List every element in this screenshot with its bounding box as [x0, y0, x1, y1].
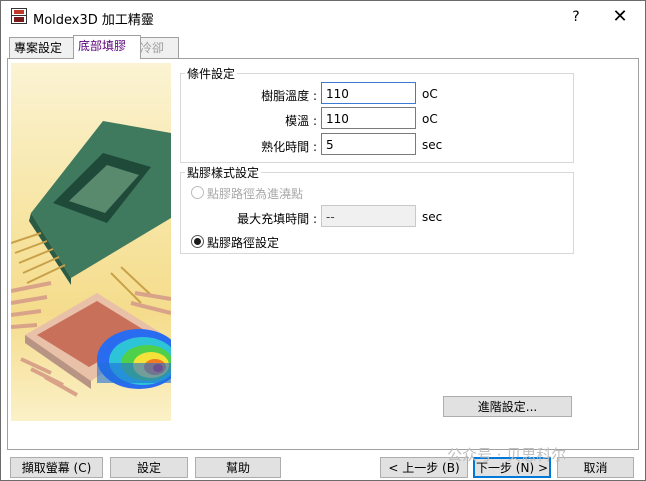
close-button[interactable]: ✕ — [605, 5, 635, 29]
dispense-pattern-group: 點膠樣式設定 點膠路徑為進澆點 最大充填時間 : -- sec 點膠路徑設定 — [180, 164, 574, 254]
max-fill-time-label: 最大充填時間 : — [237, 212, 317, 226]
window-title: Moldex3D 加工精靈 — [33, 13, 154, 28]
help-button[interactable]: 幫助 — [195, 457, 281, 478]
resin-temp-label: 樹脂溫度 : — [261, 89, 317, 103]
moldex3d-app-icon — [11, 8, 27, 24]
resin-temp-input[interactable]: 110 — [321, 82, 416, 104]
capture-screen-button[interactable]: 擷取螢幕 (C) — [10, 457, 103, 478]
condition-settings-group: 條件設定 樹脂溫度 : 110 oC 模溫 : 110 oC 熟化時間 : 5 … — [180, 65, 574, 163]
resin-temp-unit: oC — [422, 87, 438, 101]
settings-button[interactable]: 設定 — [110, 457, 188, 478]
tab-underfill[interactable]: 底部填膠 — [73, 35, 141, 59]
max-fill-time-unit: sec — [422, 210, 443, 224]
mold-temp-unit: oC — [422, 112, 438, 126]
underfill-illustration — [11, 63, 171, 421]
underfill-panel: 條件設定 樹脂溫度 : 110 oC 模溫 : 110 oC 熟化時間 : 5 … — [7, 58, 639, 450]
watermark: 公众号 · 贝思科尔 — [447, 446, 567, 464]
chip-package-image — [11, 121, 171, 397]
path-as-gate-label: 點膠路徑為進澆點 — [207, 187, 304, 201]
cancel-button[interactable]: 取消 — [557, 457, 634, 478]
mold-temp-input[interactable]: 110 — [321, 107, 416, 129]
advanced-settings-button[interactable]: 進階設定... — [443, 396, 572, 417]
help-title-button[interactable]: ? — [561, 5, 591, 29]
max-fill-time-input[interactable]: -- — [321, 205, 416, 227]
path-setting-radio[interactable] — [191, 235, 204, 248]
cure-time-label: 熟化時間 : — [261, 140, 317, 154]
tab-project-settings[interactable]: 專案設定 — [9, 37, 75, 58]
dispense-pattern-title: 點膠樣式設定 — [185, 164, 262, 181]
mold-temp-label: 模溫 : — [285, 114, 317, 128]
title-bar: Moldex3D 加工精靈 ? ✕ — [1, 1, 645, 33]
path-setting-label: 點膠路徑設定 — [207, 236, 280, 250]
cure-time-unit: sec — [422, 138, 443, 152]
path-as-gate-radio[interactable] — [191, 186, 204, 199]
condition-settings-title: 條件設定 — [185, 65, 238, 82]
wizard-window: Moldex3D 加工精靈 ? ✕ 專案設定 底部填膠 冷卻 條件設定 樹脂溫度… — [0, 0, 646, 481]
tab-cooling[interactable]: 冷卻 — [135, 37, 179, 58]
cure-time-input[interactable]: 5 — [321, 133, 416, 155]
radio-selected-dot — [194, 238, 201, 245]
